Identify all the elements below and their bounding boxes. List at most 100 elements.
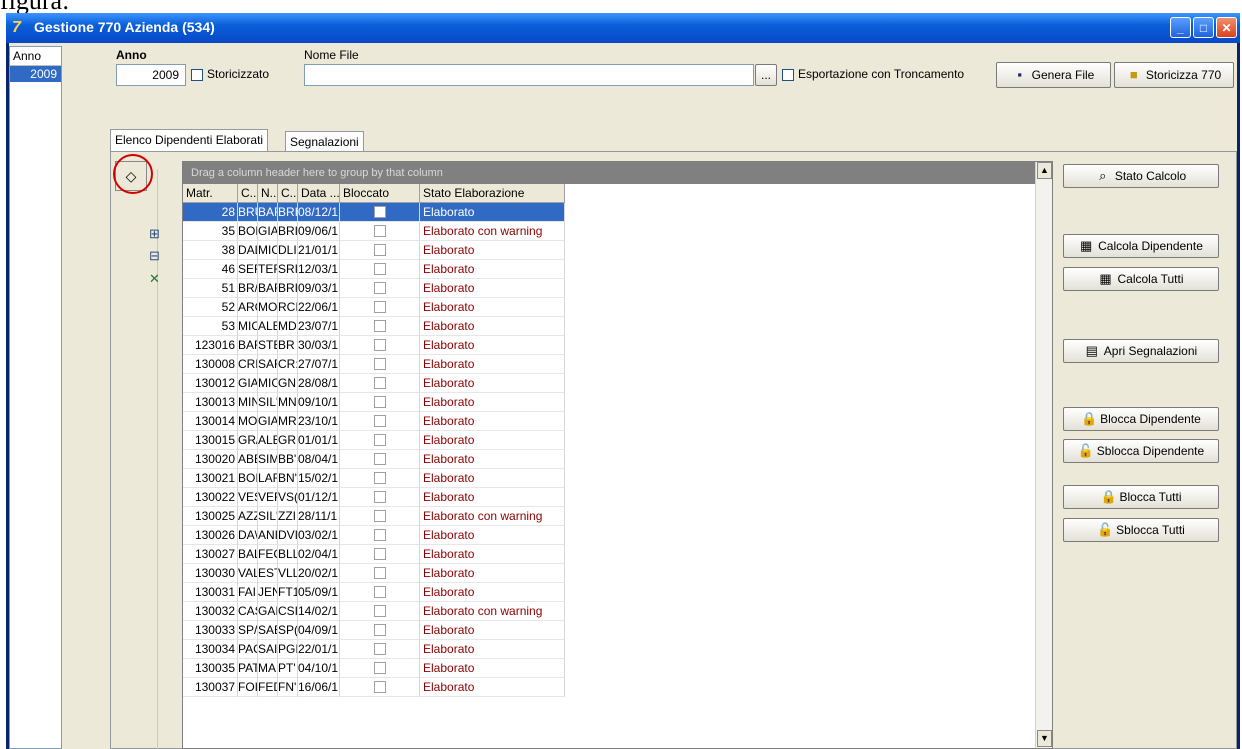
browse-button[interactable]: ... bbox=[755, 64, 777, 86]
table-row[interactable]: 28BRUBAFBRI08/12/1 Elaborato bbox=[183, 203, 1035, 222]
table-row[interactable]: 130031FAIIJENFT105/09/1 Elaborato bbox=[183, 583, 1035, 602]
group-by-panel[interactable]: Drag a column header here to group by th… bbox=[183, 162, 1035, 184]
table-row[interactable]: 130026 DA\ ANI DVI 03/02/1 Elaborato bbox=[183, 526, 1035, 545]
maximize-button[interactable]: □ bbox=[1193, 17, 1214, 38]
table-row[interactable]: 51BR/BAFBRI09/03/1 Elaborato bbox=[183, 279, 1035, 298]
bloccato-checkbox[interactable] bbox=[373, 624, 386, 636]
storicizzato-checkbox[interactable] bbox=[191, 69, 203, 81]
cell-bloccato[interactable] bbox=[340, 469, 420, 488]
table-row[interactable]: 130034PACSAIPGI22/01/1 Elaborato bbox=[183, 640, 1035, 659]
year-list-item-selected[interactable]: 2009 bbox=[10, 66, 61, 82]
cell-bloccato[interactable] bbox=[340, 640, 420, 659]
bloccato-checkbox[interactable] bbox=[373, 358, 386, 370]
cell-bloccato[interactable] bbox=[340, 298, 420, 317]
table-row[interactable]: 53MICALEMD23/07/1 Elaborato bbox=[183, 317, 1035, 336]
bloccato-checkbox[interactable] bbox=[373, 282, 386, 294]
minimize-button[interactable]: _ bbox=[1170, 17, 1191, 38]
cell-bloccato[interactable] bbox=[340, 355, 420, 374]
table-row[interactable]: 130013 MIN SIL' MN 09/10/1 Elaborato bbox=[183, 393, 1035, 412]
cell-bloccato[interactable] bbox=[340, 450, 420, 469]
table-row[interactable]: 130014 MO GIA MR 23/10/1 Elaborato bbox=[183, 412, 1035, 431]
column-header-stato[interactable]: Stato Elaborazione bbox=[420, 184, 565, 203]
blocca-dipendente-button[interactable]: 🔒 Blocca Dipendente bbox=[1063, 407, 1219, 431]
bloccato-checkbox[interactable] bbox=[373, 225, 386, 237]
close-button[interactable]: ✕ bbox=[1216, 17, 1237, 38]
table-row[interactable]: 130020ABESIMBB'08/04/1 Elaborato bbox=[183, 450, 1035, 469]
bloccato-checkbox[interactable] bbox=[373, 377, 386, 389]
cell-bloccato[interactable] bbox=[340, 222, 420, 241]
table-row[interactable]: 130015GR/ALEGR.01/01/1 Elaborato bbox=[183, 431, 1035, 450]
cell-bloccato[interactable] bbox=[340, 203, 420, 222]
table-row[interactable]: 52ARCMORCI22/06/1 Elaborato bbox=[183, 298, 1035, 317]
table-row[interactable]: 130037FOIFEDFN'16/06/1 Elaborato bbox=[183, 678, 1035, 697]
table-row[interactable]: 46SEFTEFSRI12/03/1 Elaborato bbox=[183, 260, 1035, 279]
year-list[interactable]: Anno 2009 bbox=[9, 46, 62, 749]
table-row[interactable]: 38DALMICDLI21/01/1 Elaborato bbox=[183, 241, 1035, 260]
bloccato-checkbox[interactable] bbox=[373, 320, 386, 332]
column-header-matr[interactable]: Matr. bbox=[183, 184, 238, 203]
column-header-cognome[interactable]: C... bbox=[238, 184, 258, 203]
collapse-tree-icon[interactable]: ⊟ bbox=[149, 248, 160, 264]
cell-bloccato[interactable] bbox=[340, 260, 420, 279]
column-header-data[interactable]: Data ... bbox=[298, 184, 340, 203]
bloccato-checkbox[interactable] bbox=[373, 472, 386, 484]
bloccato-checkbox[interactable] bbox=[373, 586, 386, 598]
sblocca-tutti-button[interactable]: 🔓 Sblocca Tutti bbox=[1063, 518, 1219, 542]
table-row[interactable]: 130012 GIA MIC GN 28/08/1 Elaborato bbox=[183, 374, 1035, 393]
sblocca-dipendente-button[interactable]: 🔓 Sblocca Dipendente bbox=[1063, 439, 1219, 463]
title-bar[interactable]: 7 Gestione 770 Azienda (534) _ □ ✕ bbox=[6, 13, 1240, 43]
table-row[interactable]: 130022VESVEFVS(01/12/1 Elaborato bbox=[183, 488, 1035, 507]
table-row[interactable]: 130021 BOI LAF BN' 15/02/1 Elaborato bbox=[183, 469, 1035, 488]
cell-bloccato[interactable] bbox=[340, 431, 420, 450]
cell-bloccato[interactable] bbox=[340, 526, 420, 545]
stato-calcolo-button[interactable]: ⌕ Stato Calcolo bbox=[1063, 164, 1219, 188]
bloccato-checkbox[interactable] bbox=[373, 662, 386, 674]
cell-bloccato[interactable] bbox=[340, 621, 420, 640]
bloccato-checkbox[interactable] bbox=[373, 548, 386, 560]
bloccato-checkbox[interactable] bbox=[373, 605, 386, 617]
cell-bloccato[interactable] bbox=[340, 393, 420, 412]
cell-bloccato[interactable] bbox=[340, 336, 420, 355]
cell-bloccato[interactable] bbox=[340, 374, 420, 393]
bloccato-checkbox[interactable] bbox=[373, 681, 386, 693]
bloccato-checkbox[interactable] bbox=[373, 434, 386, 446]
cell-bloccato[interactable] bbox=[340, 583, 420, 602]
column-header-codice[interactable]: C... bbox=[278, 184, 298, 203]
scroll-up-button[interactable]: ▲ bbox=[1037, 162, 1052, 179]
bloccato-checkbox[interactable] bbox=[373, 396, 386, 408]
cell-bloccato[interactable] bbox=[340, 412, 420, 431]
cell-bloccato[interactable] bbox=[340, 317, 420, 336]
column-header-nome[interactable]: N... bbox=[258, 184, 278, 203]
blocca-tutti-button[interactable]: 🔒 Blocca Tutti bbox=[1063, 485, 1219, 509]
table-row[interactable]: 130025AZZSIL'ZZI28/11/1 Elaborato con war… bbox=[183, 507, 1035, 526]
eraser-tool-button[interactable]: ◇ bbox=[115, 161, 147, 191]
table-row[interactable]: 35BOFGIABRI09/06/1 Elaborato con warning bbox=[183, 222, 1035, 241]
cell-bloccato[interactable] bbox=[340, 279, 420, 298]
anno-input[interactable]: 2009 bbox=[116, 64, 186, 86]
employees-grid[interactable]: Drag a column header here to group by th… bbox=[182, 161, 1053, 749]
calcola-dipendente-button[interactable]: ▦ Calcola Dipendente bbox=[1063, 234, 1219, 258]
bloccato-checkbox[interactable] bbox=[373, 244, 386, 256]
excel-export-icon[interactable]: ✕ bbox=[149, 271, 160, 287]
apri-segnalazioni-button[interactable]: ▤ Apri Segnalazioni bbox=[1063, 339, 1219, 363]
bloccato-checkbox[interactable] bbox=[373, 206, 386, 218]
calcola-tutti-button[interactable]: ▦ Calcola Tutti bbox=[1063, 267, 1219, 291]
bloccato-checkbox[interactable] bbox=[373, 491, 386, 503]
bloccato-checkbox[interactable] bbox=[373, 301, 386, 313]
scroll-down-button[interactable]: ▼ bbox=[1037, 730, 1052, 747]
cell-bloccato[interactable] bbox=[340, 564, 420, 583]
expand-tree-icon[interactable]: ⊞ bbox=[149, 226, 160, 242]
tab-segnalazioni[interactable]: Segnalazioni bbox=[285, 131, 364, 151]
cell-bloccato[interactable] bbox=[340, 545, 420, 564]
bloccato-checkbox[interactable] bbox=[373, 510, 386, 522]
table-row[interactable]: 130027BALFECBLL02/04/1 Elaborato bbox=[183, 545, 1035, 564]
vertical-scrollbar[interactable]: ▲ ▼ bbox=[1035, 162, 1052, 748]
cell-bloccato[interactable] bbox=[340, 678, 420, 697]
bloccato-checkbox[interactable] bbox=[373, 567, 386, 579]
cell-bloccato[interactable] bbox=[340, 488, 420, 507]
cell-bloccato[interactable] bbox=[340, 602, 420, 621]
table-row[interactable]: 123016BAFSTEBR30/03/1 Elaborato bbox=[183, 336, 1035, 355]
troncamento-checkbox[interactable] bbox=[782, 69, 794, 81]
table-row[interactable]: 130033SP/SAESP(04/09/1 Elaborato bbox=[183, 621, 1035, 640]
table-row[interactable]: 130008CRESAFCR:27/07/1 Elaborato bbox=[183, 355, 1035, 374]
